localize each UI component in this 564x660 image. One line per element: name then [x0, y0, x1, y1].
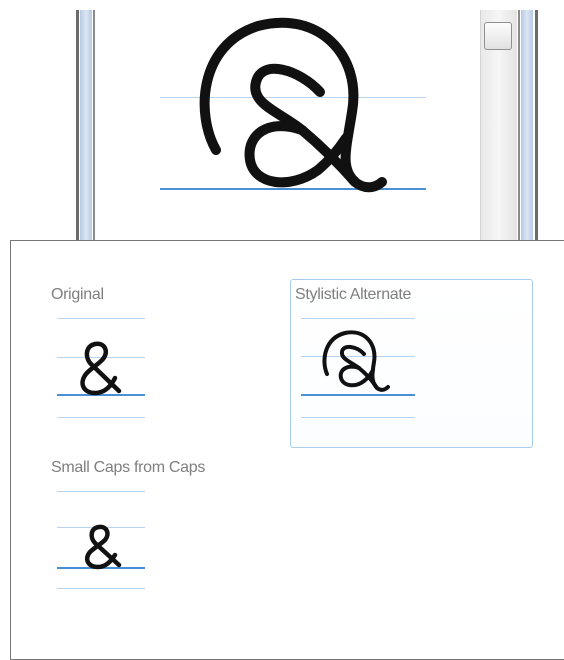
large-glyph-preview [150, 0, 440, 245]
variant-label: Small Caps from Caps [51, 459, 206, 476]
ampersand-alternate-icon [322, 330, 390, 392]
window-frame-left-inner [93, 10, 95, 245]
variant-stylistic-alternate[interactable]: Stylistic Alternate [290, 279, 535, 448]
variant-original[interactable]: Original [51, 286, 251, 436]
glyph-preview-window [0, 0, 564, 245]
glyph-alternates-popup: Original Stylistic Alternate Small Caps … [10, 240, 564, 660]
window-frame-right-edge [535, 10, 538, 245]
variant-small-caps-from-caps[interactable]: Small Caps from Caps [51, 459, 291, 609]
variant-label: Stylistic Alternate [295, 286, 412, 303]
preview-scrollbar-thumb[interactable] [484, 22, 512, 50]
variant-label: Original [51, 286, 104, 303]
window-frame-right [521, 10, 533, 245]
window-frame-left-edge [76, 10, 79, 245]
ampersand-original-icon [80, 341, 122, 396]
window-frame-left [80, 10, 92, 245]
large-ampersand-alternate-icon [199, 17, 387, 193]
window-frame-right-inner [518, 10, 520, 245]
ampersand-small-caps-icon [85, 524, 122, 570]
